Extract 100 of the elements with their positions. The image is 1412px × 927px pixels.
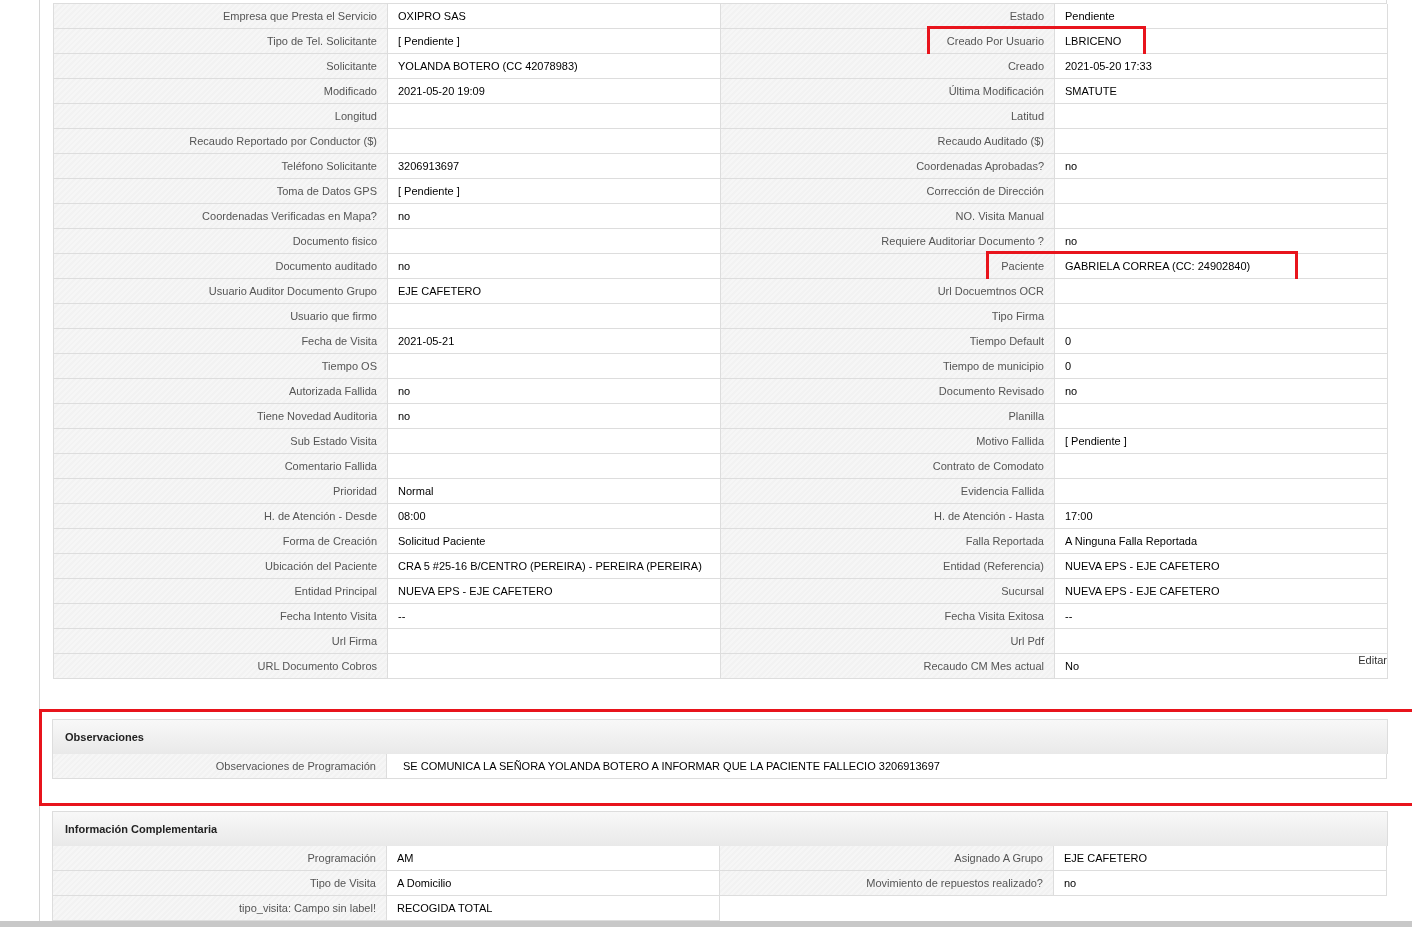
field-value: NUEVA EPS - EJE CAFETERO [388,579,721,604]
field-label: Fecha Visita Exitosa [721,604,1055,629]
field-label: Evidencia Fallida [721,479,1055,504]
field-label: Recaudo Reportado por Conductor ($) [54,129,388,154]
field-label: H. de Atención - Desde [54,504,388,529]
field-value: -- [1055,604,1388,629]
field-label: Creado [721,54,1055,79]
field-value: 17:00 [1055,504,1388,529]
field-value: [ Pendiente ] [388,179,721,204]
field-label: Fecha de Visita [54,329,388,354]
field-label: Sucursal [721,579,1055,604]
field-label: Contrato de Comodato [721,454,1055,479]
field-value: no [388,204,721,229]
field-value: 0 [1055,354,1388,379]
field-label: Usuario Auditor Documento Grupo [54,279,388,304]
field-label: Tipo de Visita [53,871,387,896]
field-label: Documento fisico [54,229,388,254]
field-label: Recaudo Auditado ($) [721,129,1055,154]
field-value: [ Pendiente ] [1055,429,1388,454]
field-label: Fecha Intento Visita [54,604,388,629]
field-label: Observaciones de Programación [53,754,387,779]
field-label: Última Modificación [721,79,1055,104]
field-value: No Editar [1055,654,1388,679]
field-value: SE COMUNICA LA SEÑORA YOLANDA BOTERO A INFORMAR QUE LA PACIENTE FALLECIO 3206913697 [387,754,1387,779]
field-label: Recaudo CM Mes actual [721,654,1055,679]
field-label: Tiempo OS [54,354,388,379]
field-value: no [388,379,721,404]
field-label: Falla Reportada [721,529,1055,554]
field-label: Ubicación del Paciente [54,554,388,579]
field-label: H. de Atención - Hasta [721,504,1055,529]
field-label: Tipo de Tel. Solicitante [54,29,388,54]
field-label: Solicitante [54,54,388,79]
field-value: 2021-05-21 [388,329,721,354]
field-value: AM [387,846,720,871]
field-value: Normal [388,479,721,504]
field-value: no [388,254,721,279]
field-label: Tipo Firma [721,304,1055,329]
field-label: Tiempo Default [721,329,1055,354]
field-label: Url Pdf [721,629,1055,654]
field-value: EJE CAFETERO [388,279,721,304]
field-label: Paciente [721,254,1055,279]
field-label: NO. Visita Manual [721,204,1055,229]
field-label: tipo_visita: Campo sin label! [53,896,387,921]
field-value: EJE CAFETERO [1054,846,1387,871]
field-value: CRA 5 #25-16 B/CENTRO (PEREIRA) - PEREIRA (PEREIRA) [388,554,721,579]
field-value: no [1055,154,1388,179]
field-value: 3206913697 [388,154,721,179]
field-label: Planilla [721,404,1055,429]
field-value: 0 [1055,329,1388,354]
field-value: Solicitud Paciente [388,529,721,554]
field-value: LBRICENO [1055,29,1388,54]
field-value: YOLANDA BOTERO (CC 42078983) [388,54,721,79]
field-label: Estado [721,4,1055,29]
field-label: Coordenadas Aprobadas? [721,154,1055,179]
field-value: A Ninguna Falla Reportada [1055,529,1388,554]
field-label: Requiere Auditoriar Documento ? [721,229,1055,254]
field-label: Toma de Datos GPS [54,179,388,204]
field-label: Teléfono Solicitante [54,154,388,179]
field-label: Latitud [721,104,1055,129]
field-label: Prioridad [54,479,388,504]
field-value: 2021-05-20 17:33 [1055,54,1388,79]
field-value: -- [388,604,721,629]
section-header: Observaciones [52,719,1388,754]
field-label: Documento Revisado [721,379,1055,404]
field-label: Autorizada Fallida [54,379,388,404]
field-label: Longitud [54,104,388,129]
field-value: no [1054,871,1387,896]
field-value: RECOGIDA TOTAL [387,896,720,921]
section-header: Información Complementaria [52,811,1388,846]
field-label: Programación [53,846,387,871]
field-label: Corrección de Dirección [721,179,1055,204]
field-label: Tiene Novedad Auditoria [54,404,388,429]
field-value: no [388,404,721,429]
field-label: Movimiento de repuestos realizado? [720,871,1054,896]
field-label: Asignado A Grupo [720,846,1054,871]
field-value: OXIPRO SAS [388,4,721,29]
field-label: Sub Estado Visita [54,429,388,454]
field-label: Entidad Principal [54,579,388,604]
field-label: Comentario Fallida [54,454,388,479]
field-value: 08:00 [388,504,721,529]
edit-link[interactable]: Editar [1358,653,1387,667]
field-label: URL Documento Cobros [54,654,388,679]
field-value: no [1055,379,1388,404]
field-value: NUEVA EPS - EJE CAFETERO [1055,554,1388,579]
field-label: Motivo Fallida [721,429,1055,454]
field-label: Tiempo de municipio [721,354,1055,379]
field-label: Coordenadas Verificadas en Mapa? [54,204,388,229]
field-value: 2021-05-20 19:09 [388,79,721,104]
field-value: [ Pendiente ] [388,29,721,54]
field-label: Entidad (Referencia) [721,554,1055,579]
field-label: Documento auditado [54,254,388,279]
field-label: Empresa que Presta el Servicio [54,4,388,29]
field-label: Forma de Creación [54,529,388,554]
field-value: GABRIELA CORREA (CC: 24902840) [1055,254,1388,279]
field-value: SMATUTE [1055,79,1388,104]
field-value: A Domicilio [387,871,720,896]
field-value: NUEVA EPS - EJE CAFETERO [1055,579,1388,604]
field-label: Creado Por Usuario [721,29,1055,54]
field-label: Modificado [54,79,388,104]
field-label: Usuario que firmo [54,304,388,329]
